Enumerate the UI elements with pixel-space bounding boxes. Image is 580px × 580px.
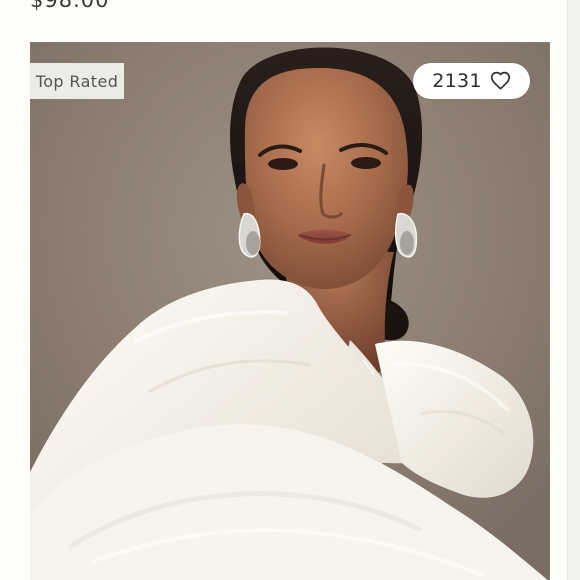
product-page: $98.00 Top Rated 2131 [0,0,580,580]
top-rated-badge: Top Rated [30,63,124,99]
favorites-button[interactable]: 2131 [413,63,530,99]
page-scroll-edge [567,0,580,580]
heart-icon [490,71,510,90]
product-image-card[interactable]: Top Rated 2131 [30,42,550,580]
product-price: $98.00 [30,0,110,12]
product-image[interactable] [30,42,550,580]
favorites-count: 2131 [432,70,482,92]
top-rated-label: Top Rated [35,71,119,91]
